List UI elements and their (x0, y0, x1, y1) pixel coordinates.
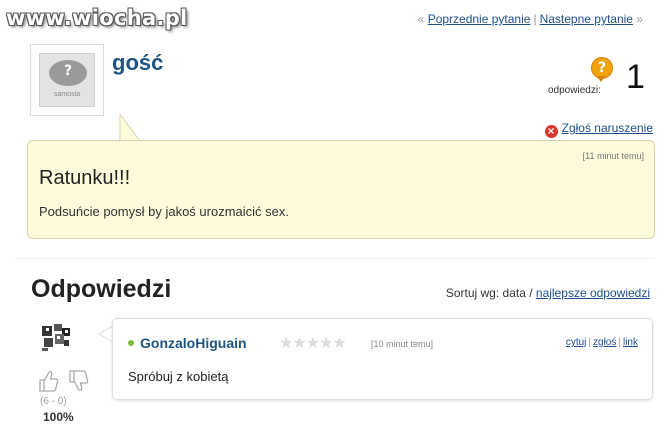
thumb-up-icon[interactable] (39, 371, 59, 392)
report-answer-link[interactable]: zgłoś (593, 337, 616, 348)
question-body: Podsuńcie pomysł by jakoś urozmaicić sex… (39, 204, 289, 219)
sort-by-date[interactable]: data (503, 286, 526, 300)
section-divider (15, 258, 655, 259)
vote-count: (6 - 0) (40, 396, 67, 407)
question-time: [11 minut temu] (582, 151, 644, 161)
question-nav: « Poprzednie pytanie | Nastepne pytanie » (418, 12, 643, 26)
thumb-down-icon[interactable] (69, 370, 89, 391)
watermark: www.wiocha.pl (6, 6, 188, 30)
nav-separator: | (533, 12, 537, 26)
prev-question-link[interactable]: Poprzednie pytanie (428, 12, 531, 26)
sort-controls: Sortuj wg: data / najlepsze odpowiedzi (446, 286, 650, 300)
speech-bubble-icon: ? (49, 60, 87, 86)
vote-buttons (39, 370, 89, 392)
rating-stars[interactable]: ★★★★★ (279, 333, 347, 353)
question-title: Ratunku!!! (39, 167, 131, 189)
avatar-image: ? samosia (39, 53, 95, 107)
avatar-caption: samosia (53, 91, 81, 98)
answer-avatar[interactable] (40, 322, 72, 352)
answer-author[interactable]: GonzaloHiguain (140, 335, 247, 351)
answer-actions: cytuj | zgłoś | link (565, 337, 638, 348)
sort-label: Sortuj wg: (445, 286, 500, 300)
next-question-link[interactable]: Nastepne pytanie (540, 12, 633, 26)
nav-right-arrow: » (636, 12, 643, 26)
answer-text: Spróbuj z kobietą (128, 369, 229, 384)
avatar-glyph: ? (63, 63, 73, 79)
quote-link[interactable]: cytuj (566, 337, 587, 348)
question-mark-icon-tail (597, 76, 605, 82)
report-label: Zgłoś naruszenie (561, 121, 653, 135)
report-icon: × (544, 125, 558, 138)
answers-section-title: Odpowiedzi (31, 275, 172, 303)
question-box: [11 minut temu] Ratunku!!! Podsuńcie pom… (27, 140, 655, 239)
answer-item: GonzaloHiguain ★★★★★ [10 minut temu] cyt… (112, 318, 653, 400)
nav-left-arrow: « (417, 12, 425, 26)
sort-by-best-link[interactable]: najlepsze odpowiedzi (536, 286, 650, 300)
vote-percent: 100% (43, 410, 74, 424)
answers-count: 1 (626, 58, 645, 96)
report-violation-link[interactable]: × Zgłoś naruszenie (544, 121, 653, 138)
online-status-dot (128, 340, 134, 346)
question-bubble-tail (119, 114, 140, 141)
question-avatar[interactable]: ? samosia (30, 44, 104, 116)
answer-time: [10 minut temu] (371, 339, 434, 349)
permalink-link[interactable]: link (623, 337, 638, 348)
question-author: gość (112, 50, 164, 75)
sort-separator: / (529, 286, 533, 300)
answers-count-label: odpowiedzi: (548, 85, 601, 96)
